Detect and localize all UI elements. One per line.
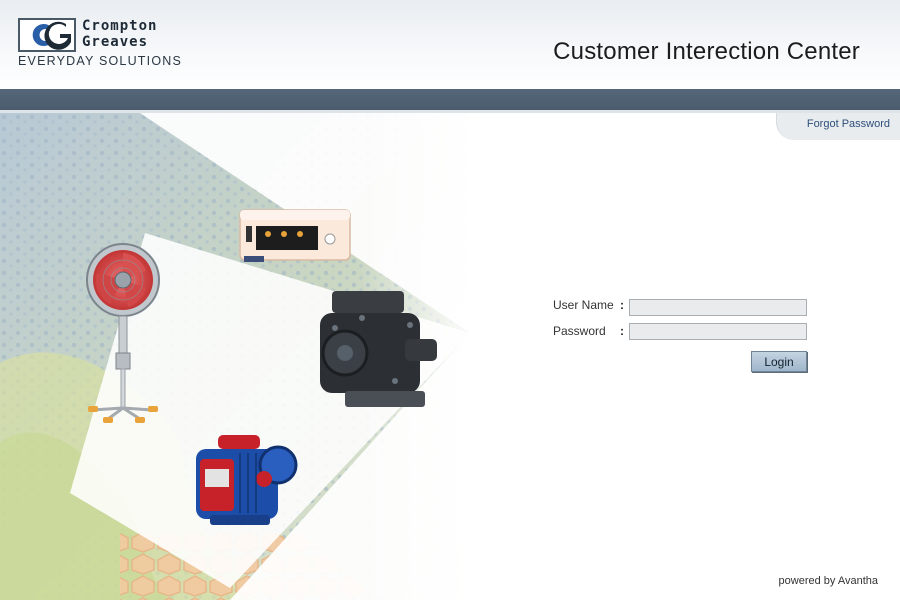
login-button[interactable]: Login [751,351,807,372]
nav-bar [0,89,900,110]
powered-by-text: powered by Avantha [778,575,878,587]
company-logo[interactable]: Crompton Greaves EVERYDAY SOLUTIONS [18,16,188,72]
username-colon: : [620,298,624,312]
logo-line1: Crompton [82,18,158,34]
product-banner [0,113,480,600]
username-label: User Name [553,298,614,312]
cg-logo-icon [18,18,76,52]
forgot-password-link[interactable]: Forgot Password [807,118,890,130]
forgot-password-tab: Forgot Password [776,113,900,140]
password-input[interactable] [629,323,807,340]
logo-tagline: EVERYDAY SOLUTIONS [18,54,183,68]
header: Crompton Greaves EVERYDAY SOLUTIONS Cust… [0,0,900,89]
login-form: User Name : Password : Login [553,296,813,376]
logo-line2: Greaves [82,34,149,50]
page-title: Customer Interection Center [553,38,860,65]
password-colon: : [620,324,624,338]
username-input[interactable] [629,299,807,316]
inverter-image [239,209,351,262]
password-label: Password [553,324,606,338]
